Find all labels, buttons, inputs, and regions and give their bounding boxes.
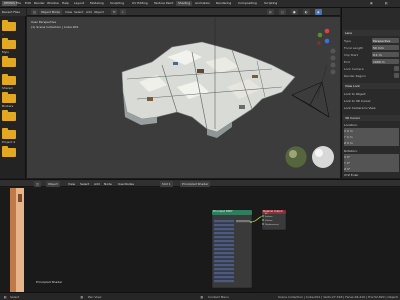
- viewport-header: ◫ Object Mode View Select Add Object ⤧ ⌖…: [27, 8, 340, 16]
- prop-row: Type Perspective: [344, 38, 399, 44]
- node-menu-add[interactable]: Add: [94, 181, 100, 187]
- scene-statistics: Scene Collection | Cube.001 | Verts:27,3…: [278, 295, 398, 299]
- color-strip: [16, 188, 24, 292]
- checkbox[interactable]: [394, 66, 399, 71]
- menu-help[interactable]: Help: [62, 1, 69, 6]
- mouse-middle-icon: ◨: [80, 295, 83, 299]
- viewport-menu-object[interactable]: Object: [94, 9, 104, 15]
- rotation-mode[interactable]: XYZ Euler: [344, 172, 399, 178]
- hdri-preview-sphere: [284, 145, 308, 169]
- folder-item[interactable]: ..: [2, 20, 22, 36]
- shader-node-editor[interactable]: Principled BSDF Material Output All Surf…: [0, 188, 400, 292]
- output-socket-displacement: Displacement: [265, 224, 279, 226]
- status-pan-view: Pan View: [88, 295, 102, 299]
- section-lens[interactable]: Lens: [343, 30, 400, 36]
- lock-row[interactable]: Lock Camera to View: [344, 105, 399, 111]
- navigation-gizmo[interactable]: [317, 28, 330, 45]
- output-socket-volume: Volume: [265, 220, 273, 222]
- principled-bsdf-node[interactable]: [211, 209, 253, 289]
- properties-sidebar: Lens Type Perspective Focal Length 50 mm C…: [341, 8, 400, 178]
- view-layer-icon[interactable]: ◧: [385, 1, 388, 6]
- menu-render[interactable]: Render: [34, 1, 45, 6]
- shading-material-icon[interactable]: ◐: [303, 9, 310, 15]
- bsdf-node-title: Principled BSDF: [213, 210, 233, 213]
- lock-row[interactable]: Lock to Object: [344, 91, 399, 97]
- folder-item[interactable]: [2, 56, 22, 67]
- shading-rendered-icon[interactable]: ◉: [315, 9, 322, 15]
- tab-animation[interactable]: Animation: [193, 1, 212, 6]
- material-select[interactable]: Principled Shader: [180, 181, 211, 187]
- location-z[interactable]: Z 0 m: [344, 140, 399, 146]
- tab-compositing[interactable]: Compositing: [236, 1, 259, 6]
- prop-row: Lock Camera: [344, 66, 399, 72]
- node-menu-node[interactable]: Node: [104, 181, 112, 187]
- tab-texture-paint[interactable]: Texture Paint: [152, 1, 175, 6]
- mouse-right-icon: ◨: [200, 295, 203, 299]
- folder-item[interactable]: Shared: [2, 74, 22, 90]
- mode-selector[interactable]: Object Mode: [39, 9, 62, 15]
- menu-file[interactable]: File: [16, 1, 21, 6]
- slot-select[interactable]: Slot 1: [160, 181, 173, 187]
- transform-orientation-icon[interactable]: ⤧: [111, 9, 118, 15]
- node-canvas: [10, 188, 287, 292]
- section-view-lock[interactable]: View Lock: [343, 83, 400, 89]
- use-nodes-checkbox[interactable]: Use Nodes: [118, 181, 134, 187]
- tab-shading[interactable]: Shading: [176, 1, 193, 6]
- file-browser-title: Recent Files: [0, 8, 26, 16]
- viewport-menu-select[interactable]: Select: [74, 9, 83, 15]
- app-label[interactable]: DEMOS: [2, 1, 18, 6]
- prop-row: End 1000 m: [344, 59, 399, 65]
- snap-icon[interactable]: ⌖: [120, 9, 126, 15]
- camera-object: [291, 81, 330, 118]
- scene-render: [121, 17, 336, 169]
- editor-type-icon[interactable]: ◫: [31, 9, 38, 15]
- lock-row[interactable]: Lock to 3D Cursor: [344, 98, 399, 104]
- status-select: Select: [10, 295, 20, 299]
- prop-row: Render Region: [344, 73, 399, 79]
- tab-rendering[interactable]: Rendering: [214, 1, 233, 6]
- 3d-viewport[interactable]: User Perspective (1) Scene Collection | …: [27, 17, 340, 178]
- color-strip: [18, 194, 22, 202]
- checkbox[interactable]: [394, 73, 399, 78]
- folder-item[interactable]: Brokers: [2, 92, 22, 108]
- node-menu-view[interactable]: View: [68, 181, 75, 187]
- shader-type-select[interactable]: Object: [46, 181, 60, 187]
- material-preview-sphere: [312, 146, 334, 168]
- xray-icon[interactable]: ▢: [279, 9, 286, 15]
- tab-scripting[interactable]: Scripting: [262, 1, 279, 6]
- output-socket-surface: Surface: [265, 216, 273, 218]
- shading-solid-icon[interactable]: ●: [291, 9, 298, 15]
- scene-icon[interactable]: ▣: [370, 1, 373, 6]
- node-tree-label: Principled Shader: [36, 280, 63, 284]
- folder-item[interactable]: Myis: [2, 38, 22, 54]
- viewport-nav-buttons[interactable]: [330, 48, 336, 75]
- folder-item[interactable]: Project 4: [2, 128, 22, 144]
- output-option[interactable]: All: [265, 213, 267, 215]
- section-3d-cursor[interactable]: 3D Cursor: [343, 115, 400, 121]
- prop-row: Clip Start 0.1 m: [344, 52, 399, 58]
- menu-window[interactable]: Window: [47, 1, 59, 6]
- folder-item[interactable]: [2, 146, 22, 157]
- viewport-menu-view[interactable]: View: [65, 9, 72, 15]
- file-browser-panel: Recent Files .. Myis Shared Brokers Proj…: [0, 8, 26, 178]
- overlays-icon[interactable]: ◎: [267, 9, 274, 15]
- viewport-menu-add[interactable]: Add: [86, 9, 92, 15]
- node-editor-header: ◫ Object View Select Add Node Use Nodes …: [0, 179, 400, 187]
- node-editor-type-icon[interactable]: ◫: [34, 181, 41, 187]
- tab-sculpting[interactable]: Sculpting: [108, 1, 126, 6]
- tab-modeling[interactable]: Modeling: [88, 1, 106, 6]
- tab-layout[interactable]: Layout: [72, 1, 86, 6]
- folder-item[interactable]: [2, 110, 22, 121]
- floor-plan-model: [121, 41, 296, 138]
- menu-edit[interactable]: Edit: [25, 1, 31, 6]
- status-bar: ◧ Select ◨ Pan View ◨ Context Menu Scene…: [0, 292, 400, 300]
- top-menubar: DEMOS File Edit Render Window Help Layou…: [0, 0, 400, 8]
- light-line: [316, 64, 328, 100]
- prop-row: Focal Length 50 mm: [344, 45, 399, 51]
- tab-uv-editing[interactable]: UV Editing: [130, 1, 150, 6]
- mouse-left-icon: ◧: [4, 295, 7, 299]
- color-strip: [10, 188, 16, 292]
- node-menu-select[interactable]: Select: [80, 181, 89, 187]
- status-context-menu: Context Menu: [208, 295, 229, 299]
